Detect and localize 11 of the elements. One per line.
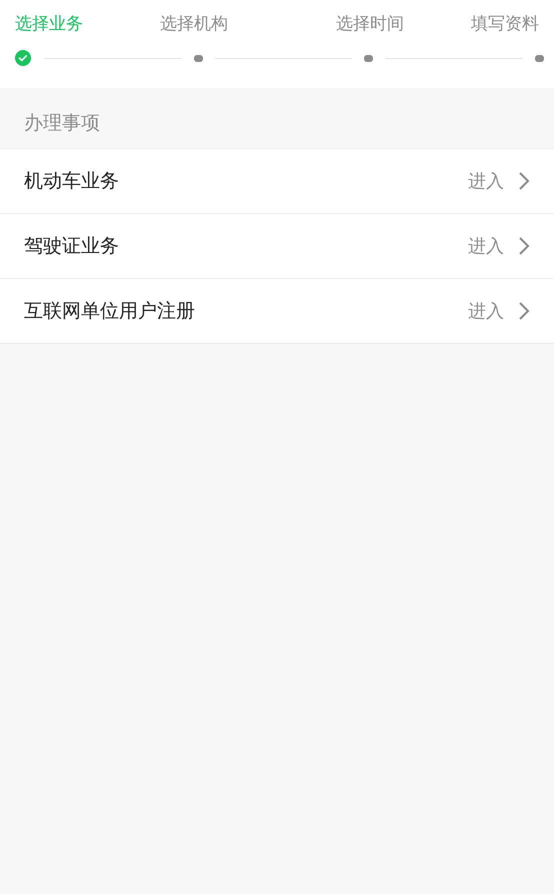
step-label: 填写资料 <box>471 13 540 35</box>
section-title: 办理事项 <box>23 111 101 136</box>
list-item[interactable]: 互联网单位用户注册 进入 <box>0 278 554 343</box>
chevron-icon <box>518 236 530 256</box>
step-label: 选择机构 <box>160 13 229 35</box>
list-item[interactable]: 驾驶证业务 进入 <box>0 213 554 278</box>
chevron-icon <box>518 171 530 191</box>
chevron-icon <box>518 301 530 321</box>
list-item[interactable]: 机动车业务 进入 <box>0 149 554 213</box>
step-label: 选择时间 <box>336 13 405 35</box>
step-label: 选择业务 <box>15 13 84 35</box>
